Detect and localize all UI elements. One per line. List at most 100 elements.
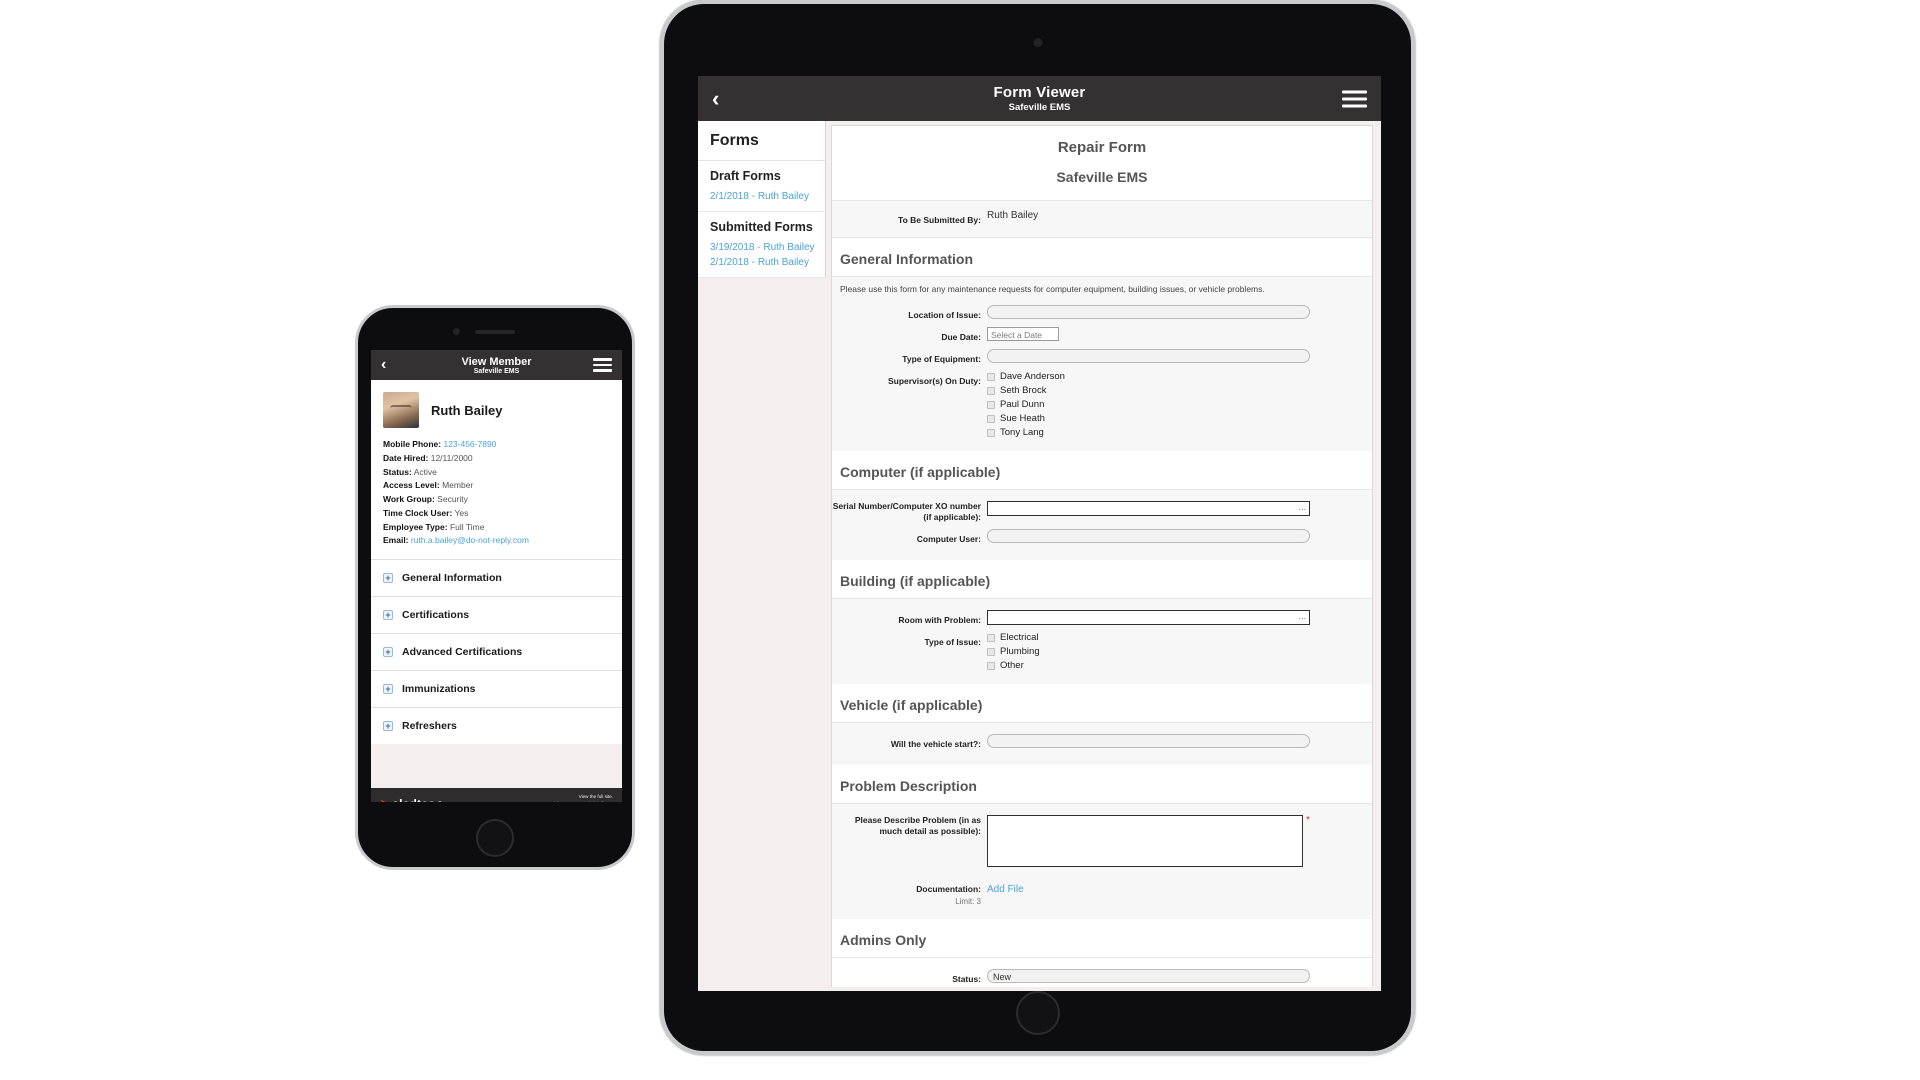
- field-room-with-problem: Room with Problem: ...: [832, 610, 1372, 628]
- member-profile: Ruth Bailey: [371, 380, 622, 438]
- checkbox-row[interactable]: Dave Anderson: [987, 371, 1310, 382]
- accordion-label: Refreshers: [402, 720, 457, 733]
- plus-icon[interactable]: +: [383, 610, 393, 621]
- type-of-equipment-input[interactable]: [987, 349, 1310, 364]
- field-label: Employee Type:: [383, 521, 448, 532]
- section-body-general: Please use this form for any maintenance…: [832, 277, 1372, 452]
- checkbox-label: Paul Dunn: [1000, 399, 1045, 411]
- member-field-mobile-phone: Mobile Phone: 123-456-7890: [383, 438, 610, 452]
- field-label: Mobile Phone:: [383, 439, 442, 449]
- checkbox-row[interactable]: Other: [987, 660, 1310, 671]
- tablet-device: ‹ Form Viewer Safeville EMS Forms Draft …: [660, 0, 1415, 1055]
- checkbox-icon[interactable]: [987, 633, 995, 642]
- checkbox-icon[interactable]: [987, 428, 995, 437]
- content-spacer: [371, 744, 622, 789]
- serial-number-input[interactable]: ...: [987, 501, 1310, 517]
- will-vehicle-start-input[interactable]: [987, 734, 1310, 749]
- back-icon[interactable]: ‹: [712, 87, 719, 110]
- checkbox-label: Other: [1000, 660, 1024, 672]
- checkbox-label: Electrical: [1000, 632, 1039, 644]
- accordion-general-information[interactable]: + General Information: [371, 559, 622, 597]
- plus-icon[interactable]: +: [383, 647, 393, 658]
- sidebar-item-draft-0[interactable]: 2/1/2018 - Ruth Bailey: [710, 190, 815, 204]
- checkbox-icon[interactable]: [987, 647, 995, 656]
- member-field-employee-type: Employee Type: Full Time: [383, 521, 610, 535]
- hamburger-menu-icon[interactable]: [1342, 86, 1367, 111]
- checkbox-icon[interactable]: [987, 661, 995, 670]
- field-value: Yes: [454, 507, 469, 518]
- page-subtitle: Safeville EMS: [1008, 102, 1071, 113]
- field-label: Work Group:: [383, 494, 435, 505]
- problem-description-textarea[interactable]: [987, 815, 1304, 868]
- tablet-header: ‹ Form Viewer Safeville EMS: [698, 76, 1381, 121]
- field-describe-problem: Please Describe Problem (in as much deta…: [832, 815, 1372, 868]
- location-of-issue-input[interactable]: [987, 305, 1310, 320]
- room-with-problem-input[interactable]: ...: [987, 610, 1310, 626]
- sidebar-item-submitted-1[interactable]: 2/1/2018 - Ruth Bailey: [710, 256, 815, 270]
- section-body-problem: Please Describe Problem (in as much deta…: [832, 804, 1372, 920]
- submitted-by-row: To Be Submitted By: Ruth Bailey: [832, 200, 1372, 238]
- phone-footer: ➤ aladtec ® View the full site. Copyrigh…: [371, 788, 622, 802]
- phone-screen: ‹ View Member Safeville EMS Ruth Bailey …: [371, 350, 622, 802]
- add-file-link[interactable]: Add File: [987, 884, 1024, 895]
- checkbox-row[interactable]: Electrical: [987, 632, 1310, 643]
- checkbox-label: Seth Brock: [1000, 385, 1047, 397]
- tablet-home-button[interactable]: [1015, 991, 1060, 1035]
- accordion-refreshers[interactable]: + Refreshers: [371, 707, 622, 745]
- plus-icon[interactable]: +: [383, 573, 393, 584]
- view-full-site-link[interactable]: View the full site.: [542, 794, 613, 801]
- field-computer-user: Computer User:: [832, 529, 1372, 547]
- due-date-input[interactable]: Select a Date: [987, 327, 1059, 342]
- computer-user-input[interactable]: [987, 529, 1310, 544]
- documentation-limit: Limit: 3: [955, 897, 981, 907]
- tablet-screen: ‹ Form Viewer Safeville EMS Forms Draft …: [698, 76, 1381, 991]
- checkbox-icon[interactable]: [987, 372, 995, 381]
- field-label: Serial Number/Computer XO number (if app…: [832, 501, 981, 523]
- page-title: Form Viewer: [993, 84, 1086, 101]
- back-icon[interactable]: ‹: [381, 356, 386, 374]
- checkbox-label: Plumbing: [1000, 646, 1040, 658]
- accordion-label: Advanced Certifications: [402, 646, 523, 659]
- field-type-of-equipment: Type of Equipment:: [832, 349, 1372, 367]
- accordion-immunizations[interactable]: + Immunizations: [371, 670, 622, 708]
- phone-home-button[interactable]: [476, 819, 514, 857]
- copyright-line: Copyright 2002-2018 Aladtec® Inc.: [542, 801, 613, 802]
- sidebar-group-draft: Draft Forms 2/1/2018 - Ruth Bailey: [698, 161, 825, 213]
- required-asterisk-icon: *: [1306, 815, 1310, 827]
- accordion-certifications[interactable]: + Certifications: [371, 596, 622, 634]
- field-label: Due Date:: [941, 332, 981, 343]
- field-will-vehicle-start: Will the vehicle start?:: [832, 734, 1372, 752]
- accordion-label: Certifications: [402, 609, 470, 622]
- checkbox-icon[interactable]: [987, 386, 995, 395]
- member-field-email: Email: ruth.a.bailey@do-not-reply.com: [383, 534, 610, 548]
- checkbox-label: Tony Lang: [1000, 427, 1044, 439]
- sidebar-item-submitted-0[interactable]: 3/19/2018 - Ruth Bailey: [710, 241, 815, 255]
- sidebar-heading: Forms: [698, 121, 825, 161]
- status-input[interactable]: New: [987, 969, 1310, 984]
- member-field-access-level: Access Level: Member: [383, 479, 610, 493]
- plus-icon[interactable]: +: [383, 721, 393, 732]
- checkbox-row[interactable]: Sue Heath: [987, 413, 1310, 424]
- phone-camera-icon: [453, 328, 460, 335]
- checkbox-row[interactable]: Plumbing: [987, 646, 1310, 657]
- checkbox-icon[interactable]: [987, 400, 995, 409]
- sidebar-group-title: Submitted Forms: [710, 220, 813, 235]
- member-card: Ruth Bailey Mobile Phone: 123-456-7890 D…: [371, 380, 622, 560]
- checkbox-icon[interactable]: [987, 414, 995, 423]
- phone-link[interactable]: 123-456-7890: [443, 439, 496, 449]
- accordion-advanced-certifications[interactable]: + Advanced Certifications: [371, 633, 622, 671]
- hamburger-menu-icon[interactable]: [593, 355, 612, 375]
- accordion-label: Immunizations: [402, 683, 476, 696]
- email-link[interactable]: ruth.a.bailey@do-not-reply.com: [411, 535, 529, 545]
- brand-name: aladtec: [392, 797, 435, 802]
- form-pane: Repair Form Safeville EMS To Be Submitte…: [831, 125, 1373, 987]
- submitted-by-value: Ruth Bailey: [987, 210, 1039, 221]
- section-body-vehicle: Will the vehicle start?:: [832, 723, 1372, 766]
- field-label: Time Clock User:: [383, 507, 453, 518]
- plus-icon[interactable]: +: [383, 684, 393, 695]
- checkbox-row[interactable]: Paul Dunn: [987, 399, 1310, 410]
- checkbox-row[interactable]: Seth Brock: [987, 385, 1310, 396]
- checkbox-row[interactable]: Tony Lang: [987, 427, 1310, 438]
- member-name: Ruth Bailey: [431, 402, 503, 418]
- sidebar-group-submitted: Submitted Forms 3/19/2018 - Ruth Bailey …: [698, 212, 825, 278]
